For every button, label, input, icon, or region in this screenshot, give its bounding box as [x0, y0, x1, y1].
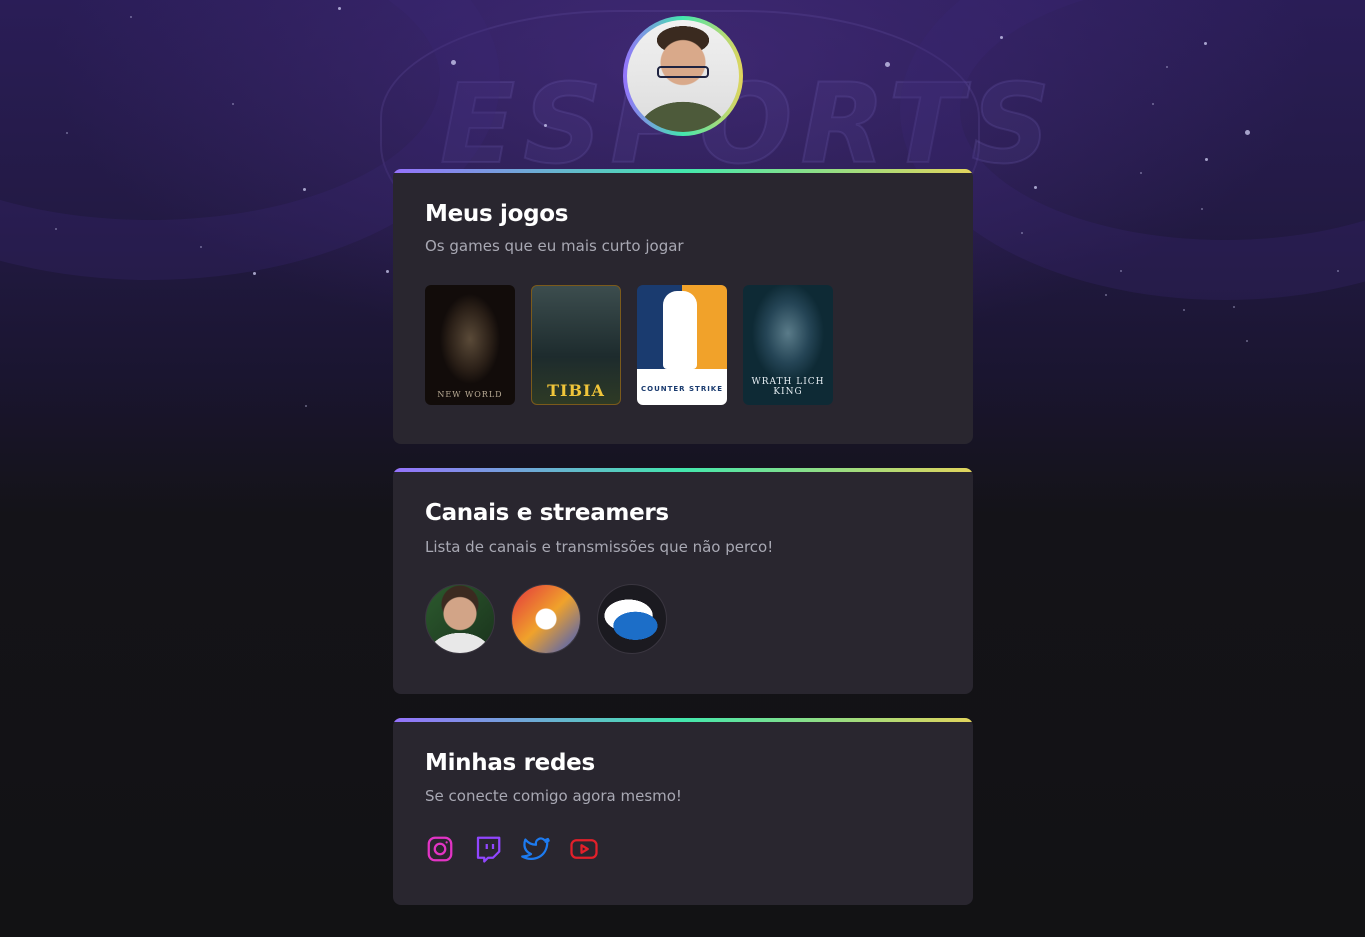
profile-avatar-ring	[623, 16, 743, 136]
game-cover-text: TIBIA	[547, 381, 605, 400]
soldier-silhouette	[663, 291, 697, 369]
youtube-icon	[570, 839, 598, 859]
game-cover-text: NEW WORLD	[437, 390, 503, 399]
social-card-title: Minhas redes	[425, 750, 595, 776]
youtube-link[interactable]	[569, 834, 599, 864]
streamer-avatar[interactable]	[597, 584, 667, 654]
twitter-icon	[521, 837, 550, 861]
streamer-avatar[interactable]	[425, 584, 495, 654]
games-card-subtitle: Os games que eu mais curto jogar	[425, 237, 684, 255]
social-card: Minhas redes Se conecte comigo agora mes…	[393, 718, 973, 905]
social-links	[425, 834, 599, 864]
profile-avatar	[627, 20, 739, 132]
streamers-card-subtitle: Lista de canais e transmissões que não p…	[425, 538, 774, 556]
twitch-icon	[476, 836, 501, 863]
games-card-title: Meus jogos	[425, 201, 569, 227]
streamers-card-title: Canais e streamers	[425, 500, 669, 526]
twitter-link[interactable]	[521, 834, 551, 864]
streamers-list	[425, 584, 667, 654]
streamer-avatar[interactable]	[511, 584, 581, 654]
glasses	[657, 66, 709, 78]
twitch-link[interactable]	[473, 834, 503, 864]
game-counter-strike[interactable]: COUNTER STRIKE	[637, 285, 727, 405]
instagram-icon	[427, 836, 453, 862]
games-card: Meus jogos Os games que eu mais curto jo…	[393, 169, 973, 444]
instagram-link[interactable]	[425, 834, 455, 864]
game-cover-text: COUNTER STRIKE	[640, 385, 724, 393]
game-cover-text: WRATH LICH KING	[751, 377, 825, 397]
game-new-world[interactable]: NEW WORLD	[425, 285, 515, 405]
games-list: NEW WORLD TIBIA COUNTER STRIKE WRATH LIC…	[425, 285, 833, 405]
game-wow-lich-king[interactable]: WRATH LICH KING	[743, 285, 833, 405]
streamers-card: Canais e streamers Lista de canais e tra…	[393, 468, 973, 694]
game-tibia[interactable]: TIBIA	[531, 285, 621, 405]
social-card-subtitle: Se conecte comigo agora mesmo!	[425, 787, 682, 805]
